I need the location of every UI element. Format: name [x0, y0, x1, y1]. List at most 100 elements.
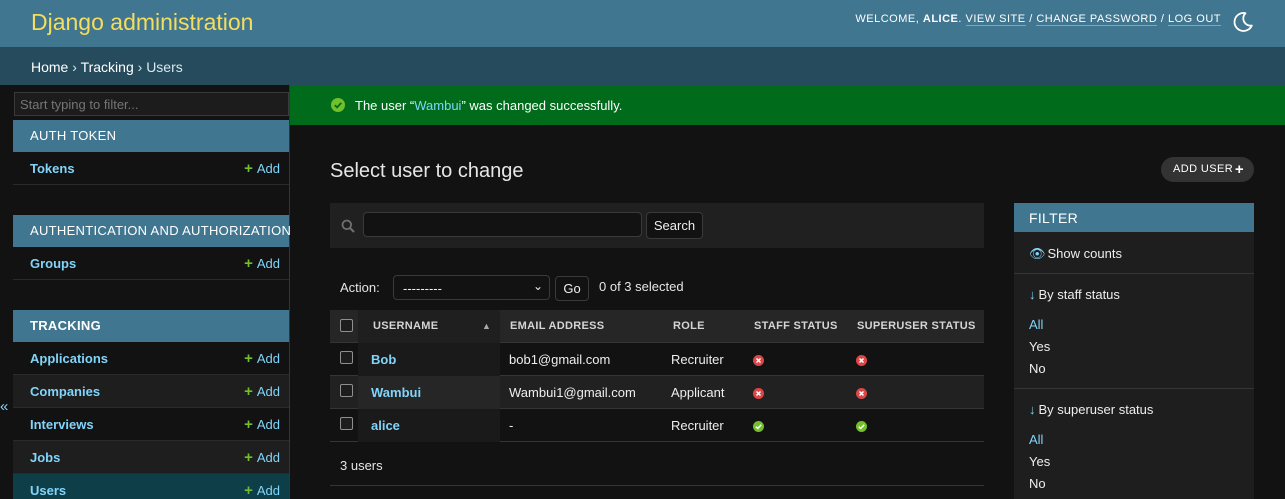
sidebar-item-label[interactable]: Jobs — [30, 450, 60, 465]
table-header: USERNAME ▲ EMAIL ADDRESS ROLE STAFF STAT… — [330, 310, 984, 343]
changelist-filter: FILTER 👁 Show counts ↓ By staff status All… — [1014, 203, 1254, 499]
add-user-button[interactable]: ADD USER + — [1161, 157, 1254, 182]
breadcrumb-separator: › — [137, 59, 143, 75]
filter-title-superuser[interactable]: ↓ By superuser status — [1029, 402, 1153, 417]
username-link[interactable]: Bob — [371, 352, 396, 367]
search-input[interactable] — [363, 212, 642, 237]
success-message: The user “Wambui” was changed successful… — [290, 85, 1285, 125]
sidebar-item-tokens[interactable]: Tokens + Add — [13, 152, 289, 185]
add-applications-link[interactable]: + Add — [244, 350, 280, 367]
view-site-link[interactable]: View site — [965, 13, 1026, 26]
check-circle-icon — [331, 98, 345, 112]
divider — [1014, 273, 1254, 274]
search-button[interactable]: Search — [646, 212, 703, 239]
column-header-role[interactable]: ROLE — [673, 320, 705, 332]
filter-title-staff[interactable]: ↓ By staff status — [1029, 287, 1120, 302]
site-branding[interactable]: Django administration — [31, 9, 253, 36]
add-tokens-link[interactable]: + Add — [244, 160, 280, 177]
show-counts-label: Show counts — [1047, 246, 1122, 261]
app-caption-auth-token[interactable]: AUTH TOKEN — [13, 120, 289, 152]
app-caption-authentication[interactable]: AUTHENTICATION AND AUTHORIZATION — [13, 215, 291, 247]
message-prefix: The user “ — [355, 98, 415, 113]
sidebar-item-label[interactable]: Groups — [30, 256, 76, 271]
add-groups-link[interactable]: + Add — [244, 255, 280, 272]
filter-option-superuser-no[interactable]: No — [1029, 476, 1046, 491]
plus-icon: + — [244, 255, 253, 272]
action-select[interactable]: --------- ⌄ — [393, 275, 550, 300]
username-link[interactable]: Wambui — [371, 385, 421, 400]
user-tools: Welcome, alice. View site / Change passw… — [855, 13, 1221, 26]
filter-title-label: By staff status — [1038, 287, 1120, 302]
separator: / — [1029, 13, 1033, 25]
column-header-email[interactable]: EMAIL ADDRESS — [510, 320, 604, 332]
welcome-text: Welcome, — [855, 13, 920, 25]
filter-option-staff-all[interactable]: All — [1029, 317, 1043, 332]
show-counts-link[interactable]: 👁 Show counts — [1029, 246, 1122, 262]
filter-option-staff-no[interactable]: No — [1029, 361, 1046, 376]
breadcrumb-separator: › — [72, 59, 77, 75]
row-checkbox[interactable] — [340, 384, 353, 397]
add-users-link[interactable]: + Add — [244, 482, 280, 499]
log-out-link[interactable]: Log out — [1167, 13, 1221, 26]
add-user-label: ADD USER — [1173, 163, 1234, 175]
add-jobs-link[interactable]: + Add — [244, 449, 280, 466]
result-count: 3 users — [340, 458, 383, 473]
message-object-link[interactable]: Wambui — [414, 98, 461, 113]
sidebar-item-companies[interactable]: Companies + Add — [13, 375, 289, 408]
column-header-staff-status[interactable]: STAFF STATUS — [754, 320, 838, 332]
column-header-superuser-status[interactable]: SUPERUSER STATUS — [857, 320, 976, 332]
filter-option-superuser-yes[interactable]: Yes — [1029, 454, 1050, 469]
search-toolbar: Search — [330, 203, 984, 248]
add-companies-link[interactable]: + Add — [244, 383, 280, 400]
table-row: alice - Recruiter — [330, 409, 984, 442]
paginator: 3 users — [330, 442, 984, 486]
action-select-value: --------- — [403, 281, 442, 296]
header: Django administration Welcome, alice. Vi… — [0, 0, 1285, 47]
filter-option-superuser-all[interactable]: All — [1029, 432, 1043, 447]
sidebar-item-interviews[interactable]: Interviews + Add — [13, 408, 289, 441]
selection-counter: 0 of 3 selected — [599, 279, 684, 294]
sidebar-item-groups[interactable]: Groups + Add — [13, 247, 289, 280]
sidebar-item-label[interactable]: Applications — [30, 351, 108, 366]
filter-option-staff-yes[interactable]: Yes — [1029, 339, 1050, 354]
column-header-username[interactable]: USERNAME — [373, 320, 438, 332]
breadcrumb-tracking[interactable]: Tracking — [81, 59, 134, 75]
plus-icon: + — [244, 383, 253, 400]
breadcrumb-current: Users — [146, 59, 183, 75]
actions-bar: Action: --------- ⌄ Go 0 of 3 selected — [330, 270, 984, 302]
moon-icon[interactable] — [1231, 10, 1255, 34]
change-password-link[interactable]: Change password — [1036, 13, 1158, 26]
row-checkbox[interactable] — [340, 417, 353, 430]
message-text: The user “Wambui” was changed successful… — [355, 98, 622, 113]
sidebar-item-label[interactable]: Interviews — [30, 417, 94, 432]
sidebar-item-users[interactable]: Users + Add — [13, 474, 289, 499]
username-link[interactable]: alice — [371, 418, 400, 433]
add-label: Add — [256, 256, 280, 271]
table-row: Bob bob1@gmail.com Recruiter — [330, 343, 984, 376]
sort-ascending-icon[interactable]: ▲ — [482, 321, 491, 331]
plus-icon: + — [244, 416, 253, 433]
sidebar-item-jobs[interactable]: Jobs + Add — [13, 441, 289, 474]
role-cell: Applicant — [671, 385, 725, 400]
sidebar-item-label[interactable]: Companies — [30, 384, 100, 399]
add-interviews-link[interactable]: + Add — [244, 416, 280, 433]
sidebar-item-applications[interactable]: Applications + Add — [13, 342, 289, 375]
row-checkbox[interactable] — [340, 351, 353, 364]
action-label: Action: — [340, 280, 380, 295]
filter-title-label: By superuser status — [1038, 402, 1154, 417]
breadcrumb-home[interactable]: Home — [31, 59, 68, 75]
select-all-checkbox[interactable] — [340, 319, 353, 332]
nav-sidebar: AUTH TOKEN Tokens +Add AUTHENTICATION AN… — [13, 85, 291, 499]
plus-icon: + — [1234, 161, 1244, 178]
app-caption-tracking[interactable]: TRACKING — [13, 310, 289, 342]
divider — [1014, 388, 1254, 389]
role-cell: Recruiter — [671, 352, 724, 367]
sidebar-collapse-toggle[interactable]: « — [0, 398, 8, 415]
add-label: Add — [256, 483, 280, 498]
nav-filter-input[interactable] — [14, 92, 289, 116]
table-row: Wambui Wambui1@gmail.com Applicant — [330, 376, 984, 409]
sidebar-item-label[interactable]: Users — [30, 483, 66, 498]
go-button[interactable]: Go — [555, 276, 589, 301]
email-cell: Wambui1@gmail.com — [509, 385, 636, 400]
sidebar-item-label[interactable]: Tokens — [30, 161, 75, 176]
